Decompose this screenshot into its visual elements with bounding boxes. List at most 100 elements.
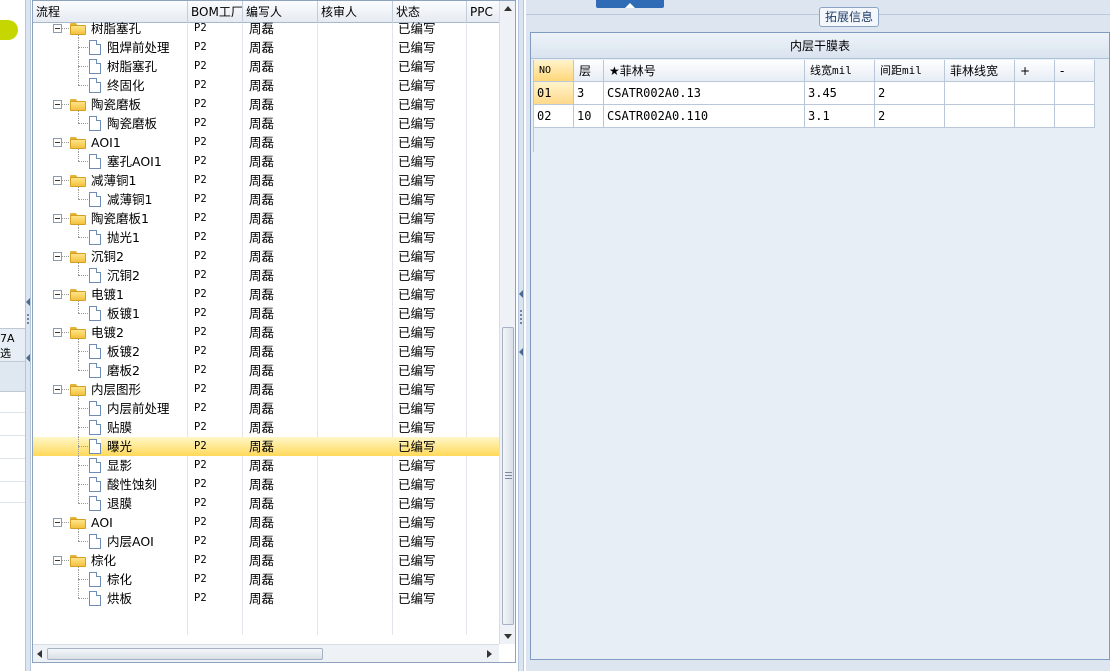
tree-group-row[interactable]: 陶瓷磨板 P2 周磊 已编写 [33, 95, 499, 114]
writer: 周磊 [249, 21, 275, 36]
collapse-toggle-icon[interactable] [53, 385, 62, 394]
top-tab-indicator[interactable] [596, 0, 664, 8]
tree-step-row[interactable]: 陶瓷磨板 P2 周磊 已编写 [33, 114, 499, 133]
column-header-film-line-width[interactable]: 菲林线宽 [945, 60, 1015, 82]
collapse-toggle-icon[interactable] [53, 518, 62, 527]
cell-remove[interactable] [1055, 105, 1095, 128]
cell-add[interactable] [1015, 82, 1055, 105]
cell-film-no[interactable]: CSATR002A0.13 [604, 82, 805, 105]
collapse-toggle-icon[interactable] [53, 138, 62, 147]
tree-step-row[interactable]: 磨板2 P2 周磊 已编写 [33, 361, 499, 380]
grip-icon [505, 475, 512, 476]
document-icon [89, 306, 101, 321]
tree-step-row[interactable]: 烘板 P2 周磊 已编写 [33, 589, 499, 608]
collapse-right-icon[interactable] [519, 348, 523, 356]
cell-film-line-width[interactable] [945, 105, 1015, 128]
horizontal-scroll-thumb[interactable] [47, 648, 323, 660]
cell-spacing[interactable]: 2 [875, 105, 945, 128]
collapse-left-icon[interactable] [26, 354, 30, 362]
collapse-toggle-icon[interactable] [53, 24, 62, 33]
column-header-line-width[interactable]: 线宽mil [805, 60, 875, 82]
tree-step-row[interactable]: 塞孔AOI1 P2 周磊 已编写 [33, 152, 499, 171]
tree-step-row[interactable]: 减薄铜1 P2 周磊 已编写 [33, 190, 499, 209]
collapse-toggle-icon[interactable] [53, 252, 62, 261]
cell-no[interactable]: 01 [534, 82, 574, 105]
process-tree-grid[interactable]: 流程 BOM工厂 编写人 核审人 状态 PPC 树脂塞孔 P2 周磊 已编写 阻焊前处理… [32, 0, 516, 663]
bom-factory: P2 [194, 269, 207, 281]
tree-group-row[interactable]: 内层图形 P2 周磊 已编写 [33, 380, 499, 399]
tree-step-row[interactable]: 终固化 P2 周磊 已编写 [33, 76, 499, 95]
collapse-toggle-icon[interactable] [53, 100, 62, 109]
collapse-toggle-icon[interactable] [53, 556, 62, 565]
folder-icon [70, 555, 86, 567]
vertical-scroll-thumb[interactable] [502, 327, 514, 625]
reviewer [324, 266, 390, 285]
column-header-film-no[interactable]: ★菲林号 [604, 60, 805, 82]
scroll-right-icon[interactable] [487, 650, 492, 658]
column-header-no[interactable]: NO [534, 60, 574, 82]
cell-film-line-width[interactable] [945, 82, 1015, 105]
vertical-scrollbar[interactable] [499, 1, 515, 644]
tree-group-row[interactable]: 陶瓷磨板1 P2 周磊 已编写 [33, 209, 499, 228]
tree-group-row[interactable]: 棕化 P2 周磊 已编写 [33, 551, 499, 570]
cell-layer[interactable]: 10 [574, 105, 604, 128]
tree-connector [61, 218, 69, 219]
scroll-left-icon[interactable] [37, 650, 42, 658]
tree-step-row[interactable]: 板镀1 P2 周磊 已编写 [33, 304, 499, 323]
tree-step-row[interactable]: 退膜 P2 周磊 已编写 [33, 494, 499, 513]
status-indicator[interactable] [0, 20, 18, 40]
tree-step-row[interactable]: 树脂塞孔 P2 周磊 已编写 [33, 57, 499, 76]
tree-step-row[interactable]: 贴膜 P2 周磊 已编写 [33, 418, 499, 437]
process-name: 板镀2 [107, 344, 140, 359]
status: 已编写 [398, 40, 436, 55]
process-name: 电镀1 [91, 287, 124, 302]
collapse-toggle-icon[interactable] [53, 328, 62, 337]
tree-step-row[interactable]: 阻焊前处理 P2 周磊 已编写 [33, 38, 499, 57]
tree-step-row[interactable]: 板镀2 P2 周磊 已编写 [33, 342, 499, 361]
tree-group-row[interactable]: 电镀1 P2 周磊 已编写 [33, 285, 499, 304]
tree-step-row[interactable]: 内层AOI P2 周磊 已编写 [33, 532, 499, 551]
collapse-toggle-icon[interactable] [53, 176, 62, 185]
tree-group-row[interactable]: AOI P2 周磊 已编写 [33, 513, 499, 532]
process-name: 陶瓷磨板 [107, 116, 158, 131]
tree-group-row[interactable]: 沉铜2 P2 周磊 已编写 [33, 247, 499, 266]
cell-layer[interactable]: 3 [574, 82, 604, 105]
add-column-button[interactable]: + [1015, 60, 1055, 82]
horizontal-scrollbar[interactable] [33, 644, 499, 662]
cell-spacing[interactable]: 2 [875, 82, 945, 105]
collapse-toggle-icon[interactable] [53, 214, 62, 223]
scroll-down-icon[interactable] [504, 634, 512, 639]
column-header-layer[interactable]: 层 [574, 60, 604, 82]
tree-step-row[interactable]: 显影 P2 周磊 已编写 [33, 456, 499, 475]
right-splitter[interactable] [518, 0, 524, 671]
tree-group-row[interactable]: 电镀2 P2 周磊 已编写 [33, 323, 499, 342]
cell-remove[interactable] [1055, 82, 1095, 105]
tree-step-row[interactable]: 曝光 P2 周磊 已编写 [33, 437, 499, 456]
collapse-left-icon[interactable] [26, 298, 30, 306]
tree-step-row[interactable]: 抛光1 P2 周磊 已编写 [33, 228, 499, 247]
remove-column-button[interactable]: - [1055, 60, 1095, 82]
tree-group-row[interactable]: AOI1 P2 周磊 已编写 [33, 133, 499, 152]
tree-step-row[interactable]: 内层前处理 P2 周磊 已编写 [33, 399, 499, 418]
grip-icon [505, 478, 512, 479]
tree-group-row[interactable]: 树脂塞孔 P2 周磊 已编写 [33, 19, 499, 38]
cell-film-no[interactable]: CSATR002A0.110 [604, 105, 805, 128]
tree-step-row[interactable]: 沉铜2 P2 周磊 已编写 [33, 266, 499, 285]
cell-line-width[interactable]: 3.1 [805, 105, 875, 128]
collapse-toggle-icon[interactable] [53, 290, 62, 299]
collapse-right-icon[interactable] [519, 290, 523, 298]
tab-extended-info[interactable]: 拓展信息 [819, 7, 879, 27]
cell-line-width[interactable]: 3.45 [805, 82, 875, 105]
cell-add[interactable] [1015, 105, 1055, 128]
left-splitter[interactable] [25, 0, 31, 671]
tree-step-row[interactable]: 棕化 P2 周磊 已编写 [33, 570, 499, 589]
status: 已编写 [398, 78, 436, 93]
tree-step-row[interactable]: 酸性蚀刻 P2 周磊 已编写 [33, 475, 499, 494]
tree-group-row[interactable]: 减薄铜1 P2 周磊 已编写 [33, 171, 499, 190]
writer: 周磊 [249, 572, 275, 587]
cell-no[interactable]: 02 [534, 105, 574, 128]
status: 已编写 [398, 477, 436, 492]
scroll-up-icon[interactable] [504, 6, 512, 11]
column-header-spacing[interactable]: 间距mil [875, 60, 945, 82]
reviewer [324, 209, 390, 228]
